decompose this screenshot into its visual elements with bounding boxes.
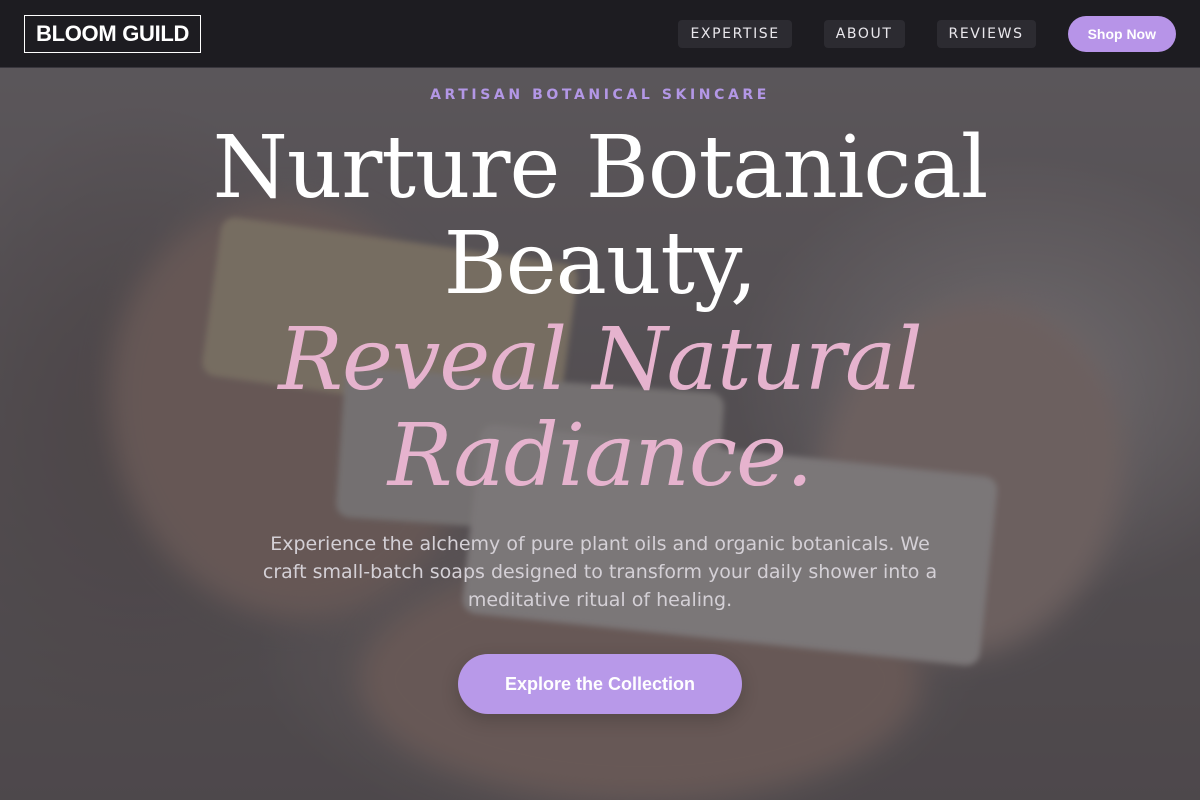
hero-eyebrow: ARTISAN BOTANICAL SKINCARE <box>430 87 770 103</box>
headline-accent-line: Reveal Natural <box>278 310 923 410</box>
landing-page: BLOOM GUILD EXPERTISE ABOUT REVIEWS Shop… <box>0 0 1200 800</box>
nav-link-expertise[interactable]: EXPERTISE <box>678 19 792 48</box>
hero-description: Experience the alchemy of pure plant oil… <box>262 533 938 611</box>
top-navigation: BLOOM GUILD EXPERTISE ABOUT REVIEWS Shop… <box>0 0 1200 68</box>
explore-collection-button[interactable]: Explore the Collection <box>458 654 742 714</box>
shop-now-button[interactable]: Shop Now <box>1067 15 1176 52</box>
hero-headline: Nurture Botanical Beauty, Reveal Natural… <box>100 120 1100 504</box>
hero-section: ARTISAN BOTANICAL SKINCARE Nurture Botan… <box>0 68 1200 800</box>
brand-logo[interactable]: BLOOM GUILD <box>24 14 202 53</box>
headline-line: Beauty, <box>443 214 758 314</box>
nav-link-reviews[interactable]: REVIEWS <box>936 19 1036 48</box>
headline-line: Nurture Botanical <box>212 118 989 218</box>
headline-accent-line: Radiance. <box>387 406 814 506</box>
nav-link-about[interactable]: ABOUT <box>823 19 905 48</box>
nav-links: EXPERTISE ABOUT REVIEWS <box>678 19 1036 48</box>
